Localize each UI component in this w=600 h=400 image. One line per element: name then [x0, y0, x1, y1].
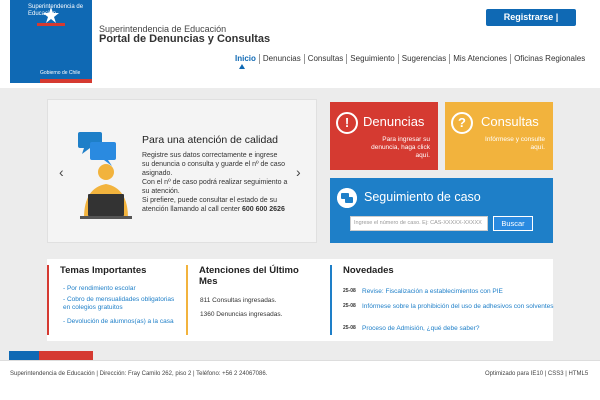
- news-link[interactable]: Infórmese sobre la prohibición del uso d…: [362, 303, 554, 311]
- tema-link[interactable]: - Cobro de mensualidades obligatorias en…: [63, 296, 183, 312]
- carousel-line: Si prefiere, puede consultar el estado d…: [142, 197, 278, 204]
- chat-bubbles-icon: [337, 188, 357, 208]
- seguimiento-title: Seguimiento de caso: [364, 190, 481, 204]
- denuncias-description: Para ingresar su denuncia, haga click aq…: [360, 136, 430, 160]
- denuncias-tile[interactable]: ! Denuncias Para ingresar su denuncia, h…: [330, 102, 438, 170]
- consultas-tile[interactable]: ? Consultas Infórmese y consulte aquí.: [445, 102, 553, 170]
- nav-item-oficinas-regionales[interactable]: Oficinas Regionales: [511, 54, 588, 64]
- logo-flag-stripe: [10, 79, 92, 83]
- info-carousel: ‹ › Para una atención de calidad Registr…: [47, 99, 317, 243]
- active-nav-indicator: [239, 64, 245, 69]
- consultas-desc-line: Infórmese y consulte: [485, 136, 545, 143]
- denuncias-desc-line: Para ingresar su: [382, 136, 430, 143]
- info-panel: Temas Importantes - Por rendimiento esco…: [47, 259, 554, 341]
- nav-item-mis-atenciones[interactable]: Mis Atenciones: [450, 54, 512, 64]
- consultas-title: Consultas: [481, 114, 539, 129]
- denuncias-desc-line: aquí.: [415, 152, 430, 159]
- carousel-line: Registre sus datos correctamente e ingre…: [142, 152, 278, 159]
- news-link[interactable]: Proceso de Admisión, ¿qué debe saber?: [362, 325, 554, 333]
- call-center-phone: 600 600 2626: [242, 206, 285, 213]
- nav-item-seguimiento[interactable]: Seguimiento: [347, 54, 399, 64]
- site-title[interactable]: Portal de Denuncias y Consultas: [99, 33, 270, 45]
- user-at-laptop-icon: [78, 132, 132, 219]
- nav-item-sugerencias[interactable]: Sugerencias: [399, 54, 451, 64]
- carousel-text: Registre sus datos correctamente e ingre…: [142, 151, 314, 214]
- novedades-title: Novedades: [343, 265, 394, 276]
- atenciones-count: 811 Consultas ingresadas.: [200, 297, 277, 304]
- nav-item-inicio[interactable]: Inicio: [232, 54, 260, 64]
- footer-contact-text: Superintendencia de Educación | Direcció…: [10, 371, 268, 377]
- nav-item-consultas[interactable]: Consultas: [305, 54, 348, 64]
- register-button[interactable]: Registrarse |: [486, 9, 576, 26]
- government-logo[interactable]: Superintendencia de Educación Gobierno d…: [10, 0, 92, 83]
- call-center-text: atención llamando al call center: [142, 206, 243, 213]
- tema-link[interactable]: - Por rendimiento escolar: [63, 285, 183, 293]
- atenciones-count: 1360 Denuncias ingresadas.: [200, 311, 283, 318]
- carousel-prev-icon[interactable]: ‹: [59, 164, 64, 180]
- denuncias-title: Denuncias: [363, 114, 425, 129]
- logo-top-text: Superintendencia de Educación: [28, 4, 84, 17]
- carousel-line: Con el nº de caso podrá realizar seguimi…: [142, 179, 288, 186]
- news-date: 25-08: [343, 288, 356, 294]
- temas-section: Temas Importantes - Por rendimiento esco…: [47, 265, 177, 335]
- carousel-title: Para una atención de calidad: [142, 134, 279, 146]
- consultas-description: Infórmese y consulte aquí.: [465, 136, 545, 152]
- news-date: 25-08: [343, 303, 356, 309]
- case-number-input[interactable]: Ingrese el número de caso. Ej: CAS-XXXXX…: [350, 216, 488, 231]
- question-icon: ?: [451, 112, 473, 134]
- novedades-section: Novedades 25-08 Revise: Fiscalización a …: [330, 265, 554, 335]
- nav-item-denuncias[interactable]: Denuncias: [260, 54, 305, 64]
- tema-link[interactable]: - Devolución de alumnos(as) a la casa: [63, 318, 183, 326]
- atenciones-title: Atenciones del Último Mes: [199, 265, 299, 287]
- carousel-line: su atención.: [142, 188, 180, 195]
- consultas-desc-line: aquí.: [530, 144, 545, 151]
- footer-compat-text: Optimizado para IE10 | CSS3 | HTML5: [485, 371, 589, 377]
- seguimiento-tile: Seguimiento de caso Ingrese el número de…: [330, 178, 553, 243]
- logo-bottom-text: Gobierno de Chile: [40, 70, 81, 76]
- footer-flag-stripe: [9, 351, 93, 360]
- search-case-button[interactable]: Buscar: [493, 216, 533, 231]
- carousel-line: asignado.: [142, 170, 173, 177]
- atenciones-section: Atenciones del Último Mes 811 Consultas …: [186, 265, 324, 335]
- site-footer: Superintendencia de Educación | Direcció…: [0, 360, 600, 400]
- news-date: 25-08: [343, 325, 356, 331]
- carousel-line: su denuncia o consulta y guarde el nº de…: [142, 161, 286, 168]
- site-header: Superintendencia de Educación Gobierno d…: [0, 0, 600, 88]
- carousel-line-call-center: atención llamando al call center 600 600…: [142, 205, 314, 214]
- exclamation-icon: !: [336, 112, 358, 134]
- news-link[interactable]: Revise: Fiscalización a establecimientos…: [362, 288, 554, 296]
- temas-title: Temas Importantes: [60, 265, 147, 276]
- main-nav: Inicio Denuncias Consultas Seguimiento S…: [232, 54, 588, 68]
- denuncias-desc-line: denuncia, haga click: [371, 144, 430, 151]
